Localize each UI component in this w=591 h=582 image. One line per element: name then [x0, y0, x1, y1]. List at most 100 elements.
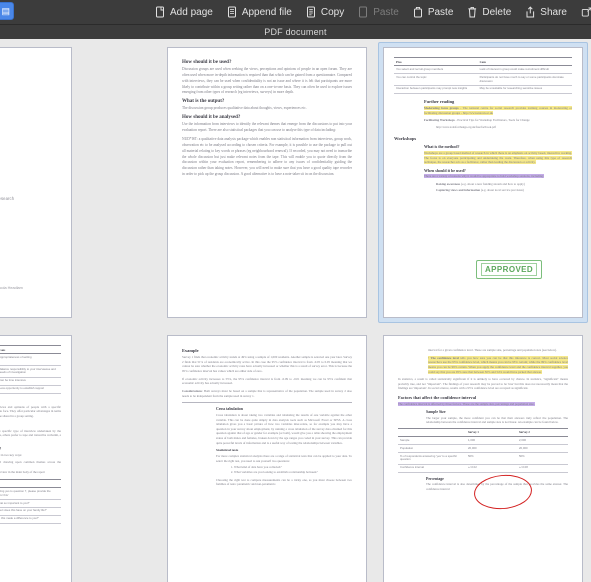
page2-body-4: NUD*IST: a qualitative data analysis pac…: [182, 137, 352, 176]
workshops-body-2: There are a variety of reasons why it wo…: [424, 174, 544, 179]
further-reading-heading: Further reading: [424, 98, 455, 104]
further-reading-title-2: Facilitating Workshops: [424, 118, 455, 123]
page-thumbnail-grid[interactable]: l research e to research methods for soc…: [0, 39, 591, 582]
add-page-button[interactable]: Add page: [155, 6, 213, 18]
append-file-label: Append file: [241, 6, 292, 18]
th-cons: Cons: [477, 56, 572, 67]
page2-body-3: Use the information from interviews to i…: [182, 122, 352, 133]
page-2-content: How should it be used? Discussion groups…: [168, 48, 366, 317]
further-reading-url-2: http://www.toolsforchange.org.uk/free/fa…: [436, 124, 496, 129]
page-thumbnail-2[interactable]: How should it be used? Discussion groups…: [162, 42, 372, 323]
page-paper-2: How should it be used? Discussion groups…: [167, 47, 367, 318]
page-thumbnail-1[interactable]: l research e to research methods for soc…: [0, 42, 77, 323]
delete-label: Delete: [482, 6, 512, 18]
share-label: Share: [540, 6, 567, 18]
cell-s2-1: 2,000: [517, 436, 568, 445]
table-row: on the impact of ge 'How has this made a…: [0, 515, 61, 524]
cell-ex-2: 'Why is that so important to you?': [0, 499, 61, 508]
page5-crosstab-heading: Cross tabulation: [216, 407, 243, 412]
page6-sample-size-body: The larger your sample, the more confide…: [426, 415, 568, 425]
copy-button[interactable]: Copy: [306, 6, 344, 18]
cell-con-4: Less opportunity to establish rapport: [0, 385, 61, 394]
copy-icon: [306, 6, 317, 18]
page6-factors-heading: Factors that affect the confidence inter…: [398, 395, 477, 401]
th-pros: Pros: [394, 56, 478, 67]
workshops-bullet-term-1: Raising awareness: [436, 182, 461, 187]
page-4-content: Pros Cons People can be very generous wi…: [0, 336, 71, 582]
cell-con-2: Participants do not have much to say or …: [477, 73, 572, 86]
page5-crosstab-body: Cross tabulation is about taking two var…: [216, 412, 352, 445]
file-menu-icon: ▤: [1, 5, 10, 16]
page4-bullet-text-2: - directly quoting parts of the intervie…: [0, 470, 45, 475]
page4-heading-3: How can I analyse and use the data?: [0, 446, 61, 451]
append-file-button[interactable]: Append file: [227, 6, 292, 18]
cell-label-4: Confidence interval: [398, 464, 466, 473]
approved-stamp: APPROVED: [476, 260, 543, 279]
cell-s1-2: 20,000: [466, 444, 517, 453]
page5-numbered-list: What kind of data have you collected? Wh…: [234, 465, 352, 474]
table-row: Confidence interval +/-0.02 +/-0.08: [398, 464, 568, 473]
page5-divider: [182, 402, 352, 404]
cell-s2-3: 50%: [517, 452, 568, 465]
table-header-row: Example: [0, 478, 61, 489]
page5-considerations: Considerations: Both surveys must be bas…: [182, 389, 352, 398]
page5-stattests-body: For more complex statistical analysis th…: [216, 453, 352, 463]
table-row: Interaction between participants may pro…: [394, 85, 572, 94]
paste-into-button[interactable]: Paste: [413, 6, 454, 18]
extract-icon: [581, 6, 591, 18]
page-thumbnail-3[interactable]: Pros Cons You select and recruit group m…: [378, 42, 588, 323]
page6-confidence-level-bullet: • The confidence level tells you how sur…: [428, 355, 569, 374]
page-paper-3: Pros Cons You select and recruit group m…: [383, 47, 583, 318]
page-thumbnail-5[interactable]: Example Survey 1 finds that economic act…: [162, 330, 372, 582]
table-row: Population 20,000 20,000: [398, 444, 568, 453]
cell-con-3: Can be time intensive: [0, 377, 61, 386]
page-1-content: l research e to research methods for soc…: [0, 48, 71, 317]
table-row: the extent of their 'What effect does th…: [0, 507, 61, 516]
extract-button[interactable]: Extract: [581, 6, 591, 18]
page6-percentage-body: The confidence interval is also determin…: [426, 482, 568, 491]
page4-heading-2: What type of data is produced?: [0, 422, 61, 427]
paste-into-label: Paste: [427, 6, 454, 18]
page6-factors-body: The confidence interval is affected by t…: [398, 402, 535, 407]
cell-s1-3: 50%: [466, 452, 517, 465]
document-title-bar: PDF document: [0, 25, 591, 39]
page5-considerations-text: : Both surveys must be based on a sample…: [182, 389, 352, 398]
workshops-bullet-term-2: Capturing views and information: [436, 187, 481, 192]
page5-considerations-term: Considerations: [182, 389, 202, 394]
page2-heading-2: What is the output?: [182, 99, 225, 105]
page-thumbnail-6[interactable]: interval for a given confidence level. T…: [378, 330, 588, 582]
file-menu-button[interactable]: ▤: [0, 2, 14, 20]
table-row: Can do more without travel time, from yo…: [0, 385, 61, 394]
table-row: Interpersonal dynamics and establishing …: [0, 365, 61, 378]
share-button[interactable]: Share: [525, 6, 567, 18]
th-cons: Cons: [0, 344, 61, 355]
workshops-bullet-text-2: (e.g. about local service provision): [480, 187, 524, 192]
th-survey-2: Survey 2: [517, 427, 568, 438]
page-thumbnail-4[interactable]: Pros Cons People can be very generous wi…: [0, 330, 77, 582]
page-paper-6: interval for a given confidence level. T…: [383, 335, 583, 582]
delete-button[interactable]: Delete: [467, 6, 511, 18]
cell-ex-4: 'How has this made a difference to you?': [0, 515, 61, 524]
page-5-content: Example Survey 1 finds that economic act…: [168, 336, 366, 582]
paste-button-disabled: Paste: [358, 6, 399, 18]
examples-table: Example ed questions, to develop a 'If a…: [0, 478, 61, 524]
table-row: In-depth examination of topic possible C…: [0, 377, 61, 386]
confidence-table: Survey 1 Survey 2 Sample 1,000 2,000 Pop…: [398, 427, 568, 473]
page-6-content: interval for a given confidence level. T…: [384, 336, 582, 582]
workshops-sub-heading-2: When should it be used?: [424, 167, 466, 173]
page2-body-1: Discussion groups are used when seeking …: [182, 67, 352, 95]
page-paper-1: l research e to research methods for soc…: [0, 47, 72, 318]
add-page-icon: [155, 6, 166, 18]
copy-label: Copy: [320, 6, 345, 18]
cell-pro-1: You select and recruit group members: [394, 65, 478, 75]
list-item: What variables are you looking to establ…: [234, 470, 352, 475]
page4-heading-1: When should I use this method?: [0, 398, 61, 403]
page6-paragraph: In statistics, a result is called statis…: [398, 377, 568, 391]
workshops-heading: Workshops: [394, 136, 417, 142]
workshops-sub-heading-1: What is the method?: [424, 144, 460, 150]
cell-pro-3: Interaction between participants may pro…: [394, 85, 478, 94]
share-icon: [525, 6, 536, 18]
cell-s1-1: 1,000: [466, 436, 517, 445]
cell-label-2: Population: [398, 444, 466, 453]
cell-s1-4: +/-0.02: [466, 464, 517, 473]
